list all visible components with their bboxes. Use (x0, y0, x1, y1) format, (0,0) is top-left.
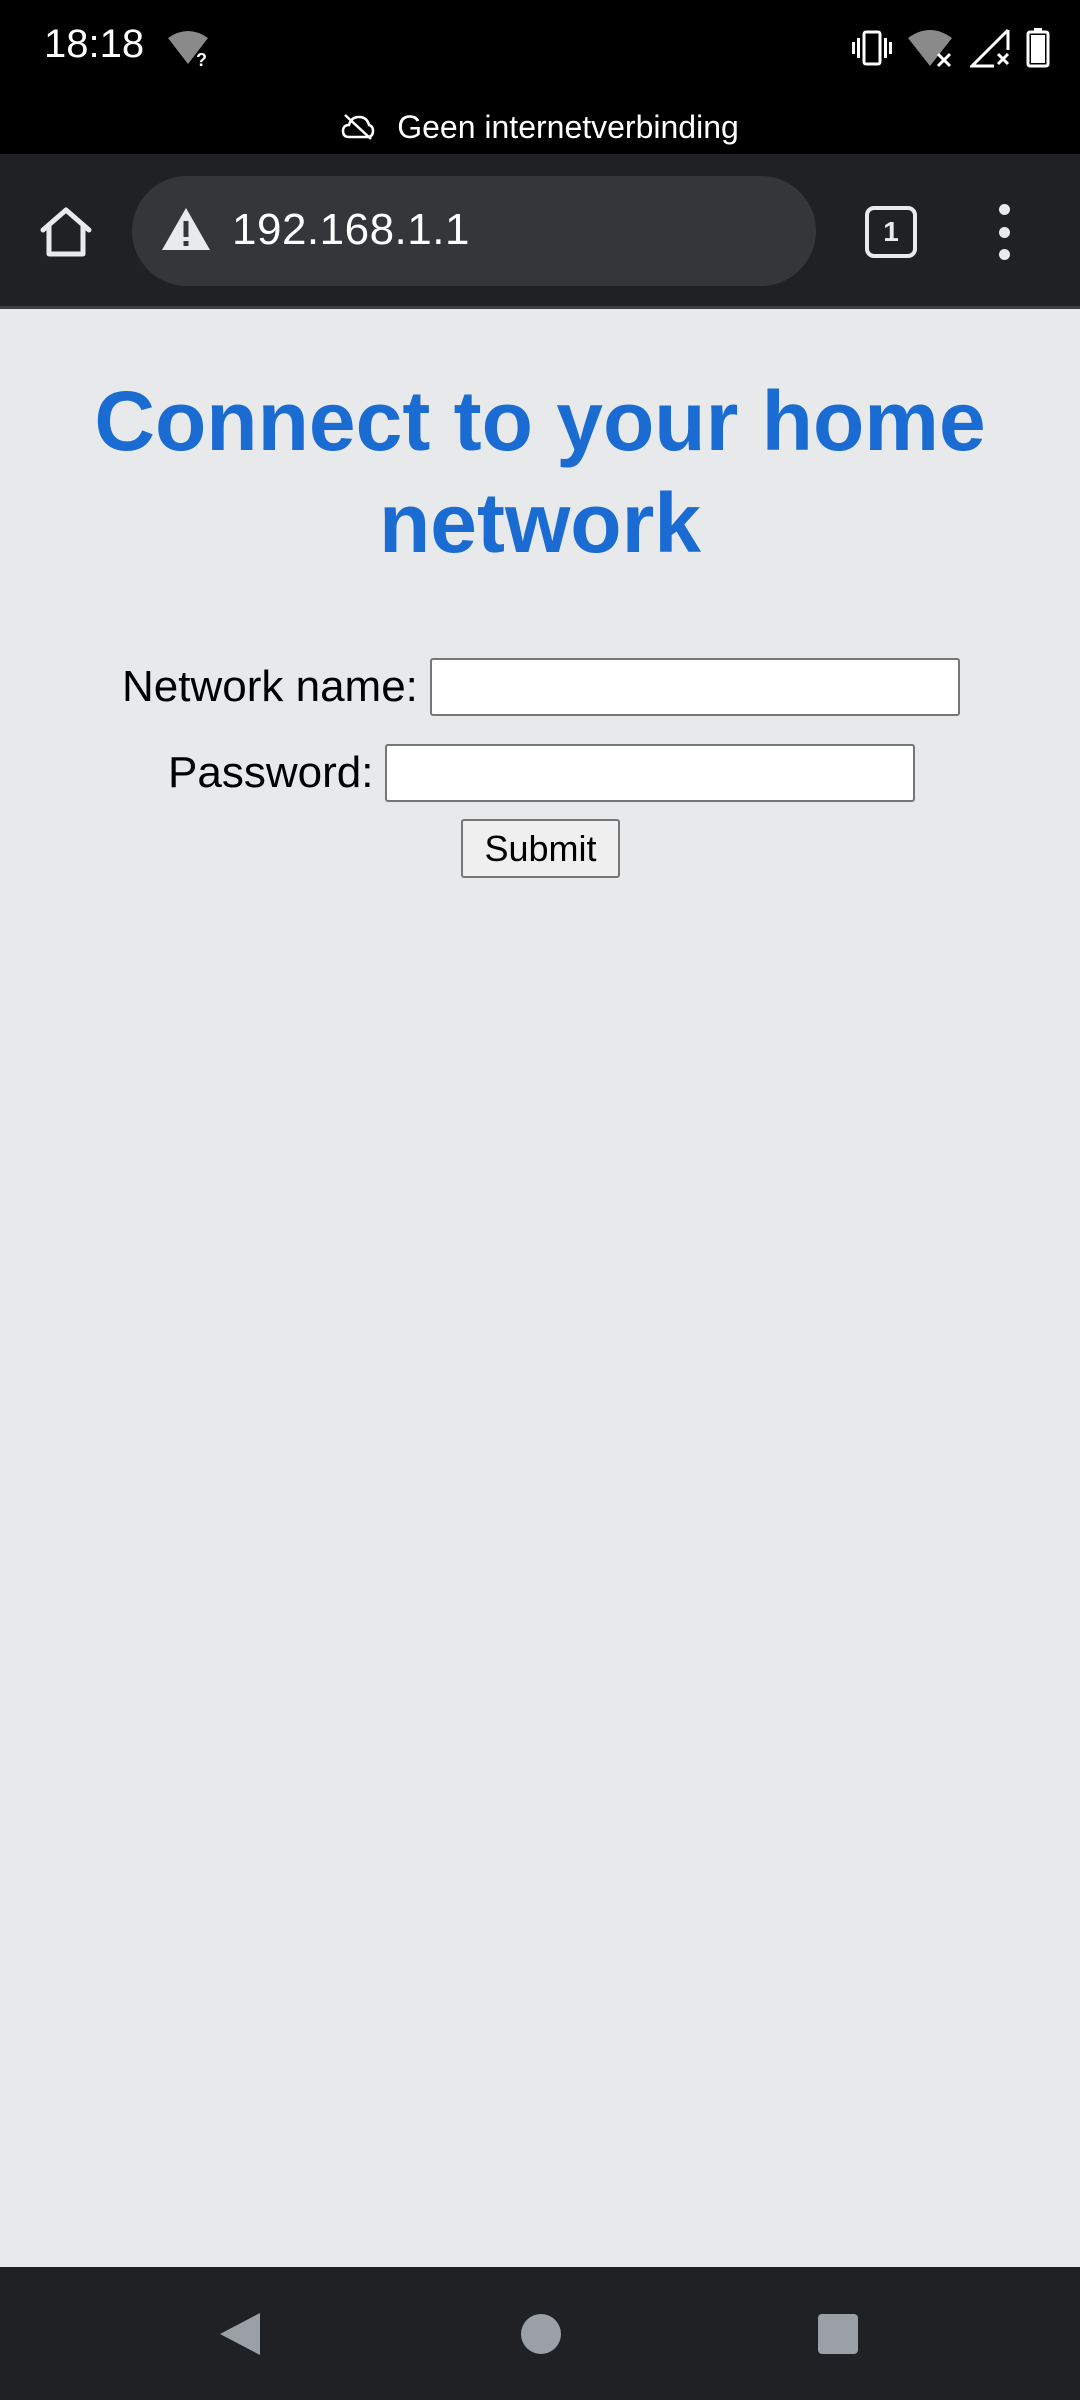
overflow-menu-icon-dot (998, 226, 1010, 238)
signal-off-icon (970, 28, 1010, 68)
wifi-unknown-icon: ? (168, 31, 208, 68)
network-name-row: Network name: (122, 658, 960, 716)
tab-count: 1 (883, 216, 899, 247)
home-icon (40, 207, 92, 257)
home-circle-icon[interactable] (521, 2314, 561, 2354)
battery-icon (1026, 28, 1050, 68)
url-text[interactable]: 192.168.1.1 (232, 205, 470, 255)
password-label: Password: (168, 748, 374, 797)
home-button[interactable] (36, 202, 96, 262)
overflow-menu-icon-dot (998, 249, 1010, 260)
vibrate-icon (852, 30, 892, 66)
address-bar[interactable]: 192.168.1.1 (132, 176, 816, 286)
svg-text:?: ? (196, 50, 207, 68)
status-bar: 18:18 ? (0, 0, 1080, 100)
back-icon[interactable] (218, 2311, 262, 2357)
password-input[interactable] (385, 744, 916, 802)
cloud-off-icon (341, 114, 375, 140)
offline-text: Geen internetverbinding (397, 108, 739, 145)
web-page: Connect to your home network Network nam… (0, 310, 1080, 2267)
network-name-label: Network name: (122, 662, 418, 711)
status-icons (852, 26, 1050, 70)
offline-banner: Geen internetverbinding (0, 100, 1080, 154)
browser-toolbar: 192.168.1.1 1 (0, 154, 1080, 309)
tab-switcher-button[interactable]: 1 (865, 206, 917, 258)
network-name-input[interactable] (429, 658, 960, 716)
page-title: Connect to your home network (94, 374, 986, 570)
overflow-menu-icon (998, 204, 1010, 215)
status-time: 18:18 (44, 22, 145, 66)
submit-button[interactable]: Submit (461, 819, 620, 878)
password-row: Password: (168, 744, 916, 802)
overflow-menu-button[interactable] (984, 204, 1024, 260)
warning-icon[interactable] (160, 206, 212, 252)
recents-icon[interactable] (818, 2314, 858, 2354)
system-nav-bar (0, 2267, 1080, 2400)
wifi-off-icon (908, 30, 952, 68)
screen: 18:18 ? Geen internetverbinding 192.168.… (0, 0, 1080, 2400)
